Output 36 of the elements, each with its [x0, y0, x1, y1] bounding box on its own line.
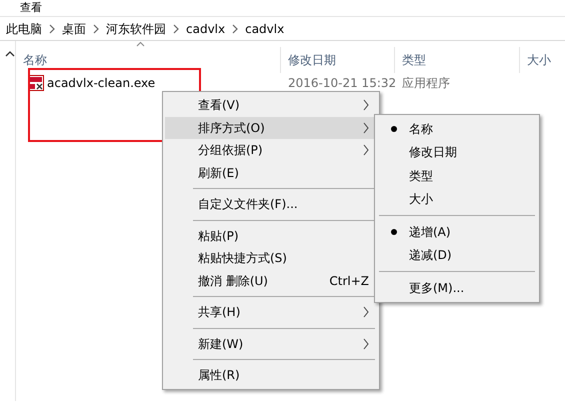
breadcrumb-item[interactable]: 河东软件园	[104, 20, 168, 38]
chevron-icon[interactable]	[92, 24, 100, 34]
menu-item[interactable]: 共享(H)	[165, 301, 377, 324]
menu-item[interactable]: 自定义文件夹(F)...	[165, 193, 377, 216]
menu-item[interactable]: 粘贴(P)	[165, 224, 377, 247]
menu-item[interactable]: 属性(R)	[165, 364, 377, 386]
file-date: 2016-10-21 15:32	[287, 75, 395, 92]
chevron-icon[interactable]	[48, 24, 56, 34]
scroll-up-icon[interactable]	[5, 51, 15, 57]
breadcrumb-item[interactable]: cadvlx	[243, 20, 286, 38]
menu-item[interactable]: 排序方式(O)	[165, 116, 377, 139]
chevron-icon[interactable]	[172, 24, 180, 34]
column-header[interactable]: 类型	[395, 47, 520, 73]
menu-item[interactable]: 新建(W)	[165, 332, 377, 355]
menu-item[interactable]: 递减(D)	[377, 244, 537, 267]
breadcrumb-item[interactable]: 桌面	[60, 20, 88, 38]
menu-item[interactable]: 递增(A)	[377, 220, 537, 244]
menu-item[interactable]: 查看(V)	[165, 94, 377, 116]
menu-item[interactable]: 刷新(E)	[165, 162, 377, 184]
file-name[interactable]: acadvlx-clean.exe	[47, 74, 156, 92]
menu-item[interactable]: 粘贴快捷方式(S)	[165, 247, 377, 270]
menu-item[interactable]: 分组依据(P)	[165, 139, 377, 162]
menu-item[interactable]: 撤消 删除(U) Ctrl+Z	[165, 270, 377, 292]
ribbon-tab[interactable]: 查看	[20, 1, 42, 14]
chevron-icon[interactable]	[231, 24, 240, 34]
column-header[interactable]: 名称	[16, 47, 281, 73]
menu-item[interactable]: 名称	[377, 117, 537, 140]
menu-item[interactable]: 更多(M)...	[377, 276, 537, 300]
breadcrumb-item[interactable]: 此电脑	[4, 20, 44, 38]
breadcrumb-item[interactable]: cadvlx	[184, 20, 228, 38]
menu-item[interactable]: 类型	[377, 164, 537, 188]
column-header[interactable]: 大小	[520, 47, 565, 73]
menu-item[interactable]: 大小	[377, 188, 537, 211]
file-type: 应用程序	[401, 75, 451, 92]
menu-item[interactable]: 修改日期	[377, 140, 537, 164]
column-header[interactable]: 修改日期	[281, 47, 395, 73]
